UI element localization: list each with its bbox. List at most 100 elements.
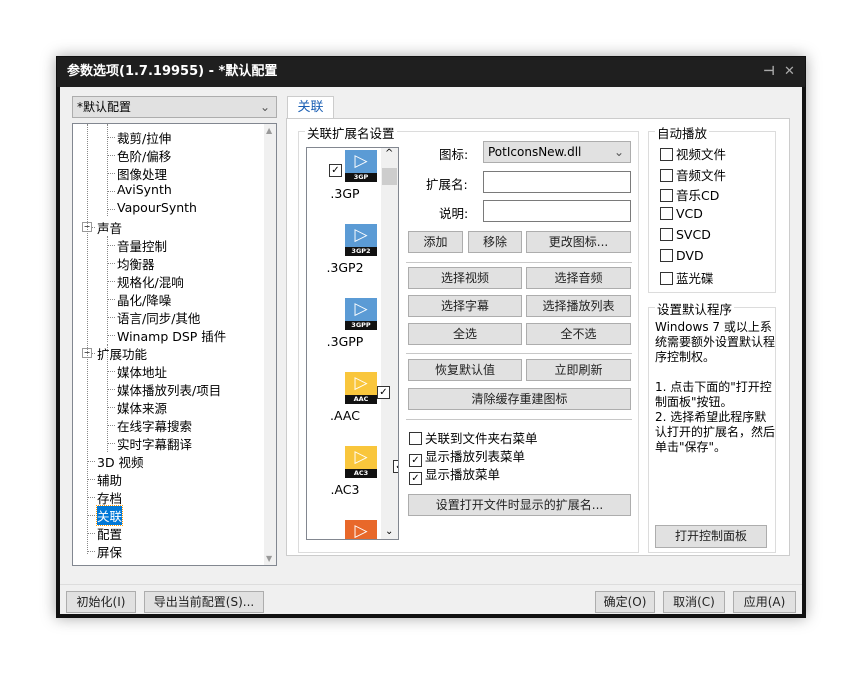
open-control-panel-button[interactable]: 打开控制面板 — [655, 525, 767, 548]
tree-item[interactable]: VapourSynth — [117, 200, 197, 215]
tree-line — [107, 344, 108, 452]
tree-connector — [87, 497, 95, 498]
tree-item[interactable]: 均衡器 — [117, 254, 155, 273]
checkbox[interactable] — [660, 168, 673, 182]
checkbox[interactable] — [660, 248, 673, 262]
description-input[interactable] — [483, 200, 631, 222]
add-button[interactable]: 添加 — [408, 231, 463, 253]
tree-scrollbar[interactable]: ▲ ▼ — [264, 124, 276, 565]
checkbox[interactable] — [660, 272, 673, 286]
autoplay-checkbox[interactable]: VCD — [660, 206, 703, 221]
pin-icon[interactable]: ⊣ — [763, 57, 775, 87]
tree-item[interactable]: 色阶/偏移 — [117, 146, 171, 165]
icon-select[interactable]: PotIconsNew.dll ⌄ — [483, 141, 631, 163]
tree-connector — [87, 533, 95, 534]
autoplay-checkbox[interactable]: SVCD — [660, 227, 711, 242]
tab-association[interactable]: 关联 — [287, 96, 334, 119]
file-checkbox[interactable]: ✓ — [393, 460, 398, 473]
tree-item[interactable]: 实时字幕翻译 — [117, 434, 192, 453]
scroll-up-icon[interactable]: ^ — [385, 148, 393, 159]
checkbox[interactable]: ✓ — [409, 472, 422, 485]
close-icon[interactable]: ✕ — [784, 57, 795, 87]
tree-connector — [107, 137, 115, 138]
tree-item[interactable]: 屏保 — [97, 542, 122, 561]
file-type-icon: ▷ 3GP2 — [345, 224, 377, 256]
extension-list[interactable]: ^ ⌄ ✓▷3GP.3GP✓▷3GP2.3GP2✓▷3GPP.3GPP✓▷AAC… — [306, 147, 399, 540]
autoplay-checkbox[interactable]: 视频文件 — [660, 144, 726, 163]
autoplay-checkbox[interactable]: 音频文件 — [660, 165, 726, 184]
file-checkbox[interactable]: ✓ — [329, 164, 342, 177]
tree-item[interactable]: 音量控制 — [117, 236, 167, 255]
option-checkbox[interactable]: 关联到文件夹右菜单 — [409, 428, 538, 447]
autoplay-checkbox[interactable]: 音乐CD — [660, 185, 719, 204]
apply-button[interactable]: 应用(A) — [733, 591, 796, 613]
clear-cache-button[interactable]: 清除缓存重建图标 — [408, 388, 631, 410]
select-none-button[interactable]: 全不选 — [526, 323, 631, 345]
tree-item[interactable]: 声音 — [97, 218, 122, 237]
title-bar: 参数选项(1.7.19955) - *默认配置 ⊣ ✕ — [57, 57, 805, 87]
tree-item[interactable]: 规格化/混响 — [117, 272, 184, 291]
preferences-window: 参数选项(1.7.19955) - *默认配置 ⊣ ✕ *默认配置 ⌄ ▲ ▼ 裁剪… — [56, 56, 806, 618]
autoplay-checkbox[interactable]: DVD — [660, 248, 704, 263]
file-badge: 3GP — [345, 173, 377, 182]
tree-item[interactable]: 扩展功能 — [97, 344, 147, 363]
checkbox[interactable] — [660, 189, 673, 203]
profile-select[interactable]: *默认配置 ⌄ — [72, 96, 277, 118]
export-config-button[interactable]: 导出当前配置(S)... — [144, 591, 264, 613]
autoplay-checkbox[interactable]: 蓝光碟 — [660, 268, 714, 287]
restore-default-button[interactable]: 恢复默认值 — [408, 359, 522, 381]
tree-item[interactable]: 媒体播放列表/项目 — [117, 380, 221, 399]
extension-input[interactable] — [483, 171, 631, 193]
tree-item[interactable]: 辅助 — [97, 470, 122, 489]
file-badge: 3GPP — [345, 321, 377, 330]
tree-item[interactable]: 在线字幕搜索 — [117, 416, 192, 435]
file-checkbox[interactable]: ✓ — [377, 386, 390, 399]
remove-button[interactable]: 移除 — [468, 231, 522, 253]
file-extension: .3GP2 — [326, 260, 364, 275]
autoplay-label: 音频文件 — [676, 167, 727, 183]
scroll-up-icon[interactable]: ▲ — [266, 126, 272, 135]
set-open-extensions-button[interactable]: 设置打开文件时显示的扩展名... — [408, 494, 631, 516]
tree-item[interactable]: 配置 — [97, 524, 122, 543]
settings-tree[interactable]: ▲ ▼ 裁剪/拉伸 色阶/偏移 图像处理 AviSynth VapourSynth 声音 − 音… — [72, 123, 277, 566]
initialize-button[interactable]: 初始化(I) — [66, 591, 136, 613]
list-scrollbar[interactable]: ^ ⌄ — [381, 148, 398, 539]
checkbox[interactable] — [660, 148, 673, 161]
refresh-now-button[interactable]: 立即刷新 — [526, 359, 631, 381]
select-playlist-button[interactable]: 选择播放列表 — [526, 295, 631, 317]
tree-item[interactable]: 3D 视频 — [97, 452, 144, 471]
ok-button[interactable]: 确定(O) — [595, 591, 655, 613]
tree-item[interactable]: 媒体地址 — [117, 362, 167, 381]
tree-item[interactable]: 媒体来源 — [117, 398, 167, 417]
tree-item[interactable]: 语言/同步/其他 — [117, 308, 200, 327]
tree-item[interactable]: 存档 — [97, 488, 122, 507]
tree-item[interactable]: AviSynth — [117, 182, 172, 197]
tree-connector — [87, 551, 95, 552]
play-icon: ▷ — [345, 520, 377, 539]
chevron-down-icon: ⌄ — [259, 100, 270, 114]
select-subtitle-button[interactable]: 选择字幕 — [408, 295, 522, 317]
tree-item[interactable]: 裁剪/拉伸 — [117, 128, 171, 147]
play-icon: ▷ — [345, 298, 377, 321]
checkbox[interactable] — [660, 207, 673, 221]
tree-item[interactable]: 关联 — [95, 505, 124, 526]
change-icon-button[interactable]: 更改图标... — [526, 231, 631, 253]
option-checkbox[interactable]: ✓ 显示播放菜单 — [409, 464, 500, 485]
tree-item[interactable]: 晶化/降噪 — [117, 290, 171, 309]
description-label: 说明: — [439, 206, 469, 221]
select-all-button[interactable]: 全选 — [408, 323, 522, 345]
scroll-down-icon[interactable]: ⌄ — [385, 526, 393, 537]
checkbox[interactable] — [660, 227, 673, 241]
file-extension: .AC3 — [330, 482, 360, 497]
select-audio-button[interactable]: 选择音频 — [526, 267, 631, 289]
scroll-down-icon[interactable]: ▼ — [266, 554, 272, 563]
tree-item[interactable]: 图像处理 — [117, 164, 167, 183]
tree-item[interactable]: Winamp DSP 插件 — [117, 326, 226, 345]
play-icon: ▷ — [345, 224, 377, 247]
select-video-button[interactable]: 选择视频 — [408, 267, 522, 289]
cancel-button[interactable]: 取消(C) — [663, 591, 725, 613]
scroll-thumb[interactable] — [382, 168, 397, 185]
chevron-down-icon: ⌄ — [613, 145, 624, 159]
checkbox[interactable] — [409, 432, 422, 445]
autoplay-label: 音乐CD — [676, 188, 720, 204]
